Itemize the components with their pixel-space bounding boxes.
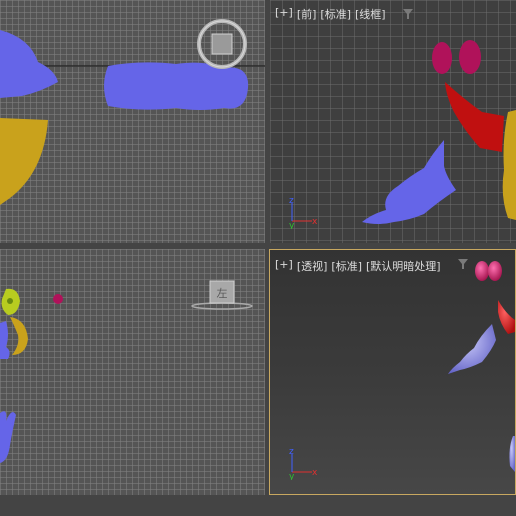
axis-x-label: x — [312, 468, 318, 478]
viewport-left[interactable]: 左 — [0, 249, 265, 495]
viewport-front[interactable]: [+] [前] [标准] [线框] z y x — [270, 0, 516, 243]
yellow-object-shape — [10, 317, 28, 355]
viewcube-icon[interactable] — [192, 14, 252, 74]
viewcube-face-label: 左 — [217, 287, 228, 300]
yellow-object-shape — [0, 118, 48, 205]
magenta-object-shape — [488, 261, 502, 281]
magenta-object-shape — [53, 294, 63, 304]
axis-y-label: y — [289, 221, 295, 229]
status-bar — [0, 495, 516, 516]
blue-object-shape — [509, 436, 515, 472]
axis-gizmo-icon: z y x — [289, 447, 318, 480]
blue-object-shape — [0, 30, 58, 98]
yellow-object-shape — [502, 110, 516, 220]
viewport-perspective[interactable]: [+] [透视] [标准] [默认明暗处理] z y x — [269, 249, 516, 495]
red-object-shape — [498, 300, 515, 334]
blue-object-shape — [448, 324, 496, 374]
axis-z-label: z — [289, 447, 294, 457]
viewcube-icon[interactable]: 左 — [190, 279, 254, 315]
axis-y-label: y — [289, 472, 295, 480]
axis-z-label: z — [289, 196, 294, 206]
blue-object-shape — [0, 321, 10, 359]
blue-object-shape — [0, 411, 16, 463]
axis-gizmo-icon: z y x — [289, 196, 318, 229]
magenta-object-shape — [459, 40, 481, 74]
red-object-shape — [445, 82, 504, 152]
blue-object-shape — [362, 140, 456, 224]
magenta-object-shape — [432, 42, 452, 74]
viewport-top[interactable] — [0, 0, 265, 243]
magenta-object-shape — [475, 261, 489, 281]
axis-x-label: x — [312, 217, 318, 227]
